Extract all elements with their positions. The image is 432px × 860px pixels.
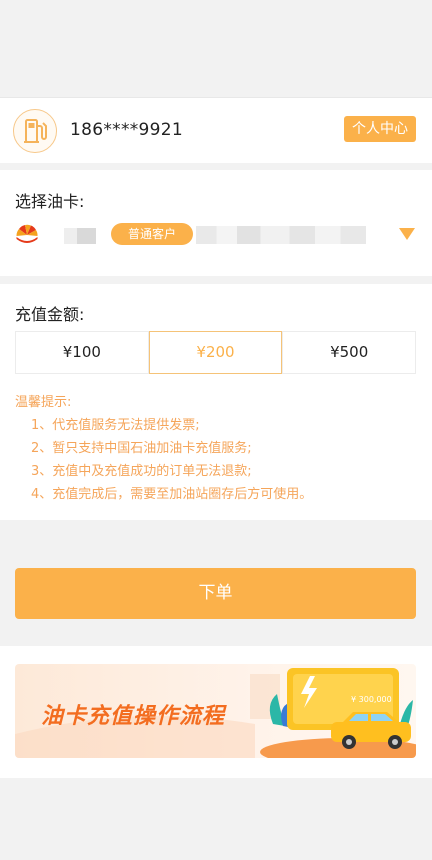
tip-item: 1、代充值服务无法提供发票;: [31, 418, 200, 433]
tip-item: 2、暂只支持中国石油加油卡充值服务;: [31, 441, 252, 456]
fuel-pump-icon: [13, 109, 57, 153]
card-info-masked: [196, 226, 366, 244]
card-amount-text: ¥ 300,000: [351, 695, 392, 704]
order-button[interactable]: 下单: [15, 568, 416, 619]
amount-option-100[interactable]: ¥100: [15, 331, 149, 374]
chevron-down-icon[interactable]: [399, 228, 415, 240]
amount-options: ¥100 ¥200 ¥500: [15, 331, 417, 374]
personal-center-button[interactable]: 个人中心: [344, 116, 416, 142]
customer-type-tag: 普通客户: [111, 223, 194, 245]
tips-title: 温馨提示:: [15, 395, 72, 410]
card-select-label: 选择油卡:: [15, 192, 85, 211]
user-bar: 186****9921 个人中心: [0, 97, 432, 163]
amount-section: 充值金额: ¥100 ¥200 ¥500 温馨提示: 1、代充值服务无法提供发票…: [0, 284, 432, 520]
card-number-masked: [64, 228, 96, 244]
phone-number: 186****9921: [70, 120, 184, 140]
amount-option-500[interactable]: ¥500: [282, 331, 417, 374]
amount-label: 充值金额:: [15, 305, 85, 324]
tip-item: 3、充值中及充值成功的订单无法退款;: [31, 464, 252, 479]
tip-item: 4、充值完成后，需要至加油站圈存后方可使用。: [31, 487, 313, 502]
amount-option-200[interactable]: ¥200: [148, 331, 283, 374]
banner-title: 油卡充值操作流程: [41, 704, 226, 729]
recharge-flow-banner[interactable]: 油卡充值操作流程 ¥ 300,000: [15, 664, 416, 758]
banner-section: 油卡充值操作流程 ¥ 300,000: [0, 646, 432, 778]
petrochina-logo-icon: [15, 223, 39, 247]
card-select-section: 选择油卡: 普通客户: [0, 170, 432, 276]
tips-block: 温馨提示: 1、代充值服务无法提供发票; 2、暂只支持中国石油加油卡充值服务; …: [15, 391, 312, 506]
